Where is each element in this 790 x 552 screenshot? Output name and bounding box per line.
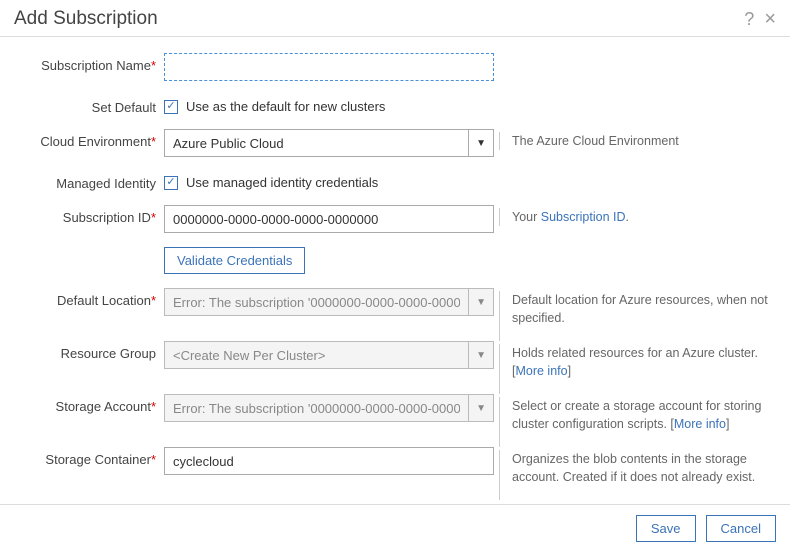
resource-group-select[interactable]: ▼	[164, 341, 494, 369]
label-set-default: Set Default	[14, 95, 164, 115]
storage-container-input[interactable]	[164, 447, 494, 475]
resource-group-more-info-link[interactable]: More info	[515, 364, 567, 378]
help-resource-group: Holds related resources for an Azure clu…	[494, 341, 776, 380]
chevron-down-icon[interactable]: ▼	[468, 129, 494, 157]
set-default-checkbox[interactable]: ✓ Use as the default for new clusters	[164, 95, 385, 114]
row-storage-account: Storage Account* ▼ Select or create a st…	[14, 394, 776, 433]
dialog-title: Add Subscription	[14, 8, 158, 30]
validate-credentials-button[interactable]: Validate Credentials	[164, 247, 305, 274]
row-set-default: Set Default ✓ Use as the default for new…	[14, 95, 776, 115]
subscription-id-link[interactable]: Subscription ID	[541, 210, 626, 224]
help-icon[interactable]: ?	[744, 10, 754, 28]
label-subscription-name: Subscription Name*	[14, 53, 164, 73]
subscription-id-input[interactable]	[164, 205, 494, 233]
default-location-select[interactable]: ▼	[164, 288, 494, 316]
default-location-input[interactable]	[164, 288, 468, 316]
storage-account-more-info-link[interactable]: More info	[674, 417, 726, 431]
cloud-environment-select[interactable]: ▼	[164, 129, 494, 157]
help-subscription-id: Your Subscription ID.	[494, 205, 776, 227]
managed-identity-checkbox[interactable]: ✓ Use managed identity credentials	[164, 171, 378, 190]
storage-account-input[interactable]	[164, 394, 468, 422]
save-button[interactable]: Save	[636, 515, 696, 542]
help-storage-account: Select or create a storage account for s…	[494, 394, 776, 433]
cancel-button[interactable]: Cancel	[706, 515, 776, 542]
label-managed-identity: Managed Identity	[14, 171, 164, 191]
label-default-location: Default Location*	[14, 288, 164, 308]
row-validate: Validate Credentials	[14, 247, 776, 274]
checkmark-icon: ✓	[164, 100, 178, 114]
label-storage-account: Storage Account*	[14, 394, 164, 414]
storage-account-select[interactable]: ▼	[164, 394, 494, 422]
row-cloud-environment: Cloud Environment* ▼ The Azure Cloud Env…	[14, 129, 776, 157]
chevron-down-icon[interactable]: ▼	[468, 394, 494, 422]
cloud-environment-input[interactable]	[164, 129, 468, 157]
label-cloud-environment: Cloud Environment*	[14, 129, 164, 149]
label-storage-container: Storage Container*	[14, 447, 164, 467]
row-managed-identity: Managed Identity ✓ Use managed identity …	[14, 171, 776, 191]
label-subscription-id: Subscription ID*	[14, 205, 164, 225]
header-icons: ? ×	[744, 9, 776, 29]
close-icon[interactable]: ×	[764, 9, 776, 29]
resource-group-input[interactable]	[164, 341, 468, 369]
row-default-location: Default Location* ▼ Default location for…	[14, 288, 776, 327]
row-resource-group: Resource Group ▼ Holds related resources…	[14, 341, 776, 380]
help-storage-container: Organizes the blob contents in the stora…	[494, 447, 776, 486]
row-subscription-id: Subscription ID* Your Subscription ID.	[14, 205, 776, 233]
subscription-name-input[interactable]	[164, 53, 494, 81]
row-subscription-name: Subscription Name*	[14, 53, 776, 81]
chevron-down-icon[interactable]: ▼	[468, 341, 494, 369]
help-cloud-environment: The Azure Cloud Environment	[494, 129, 776, 151]
managed-identity-checkbox-label: Use managed identity credentials	[186, 175, 378, 190]
dialog-header: Add Subscription ? ×	[0, 0, 790, 37]
dialog-footer: Save Cancel	[0, 504, 790, 552]
checkmark-icon: ✓	[164, 176, 178, 190]
label-resource-group: Resource Group	[14, 341, 164, 361]
add-subscription-dialog: Add Subscription ? × Subscription Name* …	[0, 0, 790, 552]
dialog-body: Subscription Name* Set Default ✓ Use as …	[0, 37, 790, 504]
row-storage-container: Storage Container* Organizes the blob co…	[14, 447, 776, 486]
help-default-location: Default location for Azure resources, wh…	[494, 288, 776, 327]
set-default-checkbox-label: Use as the default for new clusters	[186, 99, 385, 114]
chevron-down-icon[interactable]: ▼	[468, 288, 494, 316]
